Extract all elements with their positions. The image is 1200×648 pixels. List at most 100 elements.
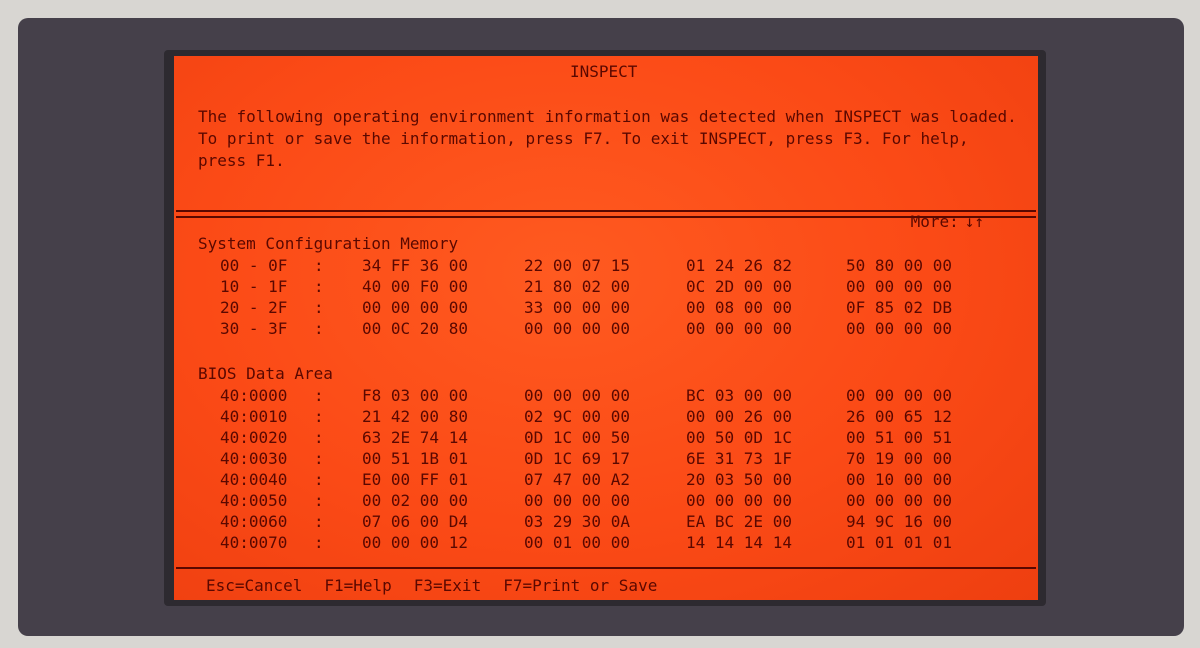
hex-group: 00 00 00 00 xyxy=(846,386,952,405)
hex-group: 00 51 00 51 xyxy=(846,428,952,447)
fkey-f3[interactable]: F3=Exit xyxy=(414,576,481,596)
hex-group: 00 51 1B 01 xyxy=(362,449,468,468)
row-address: 30 - 3F xyxy=(220,319,288,338)
row-separator: : xyxy=(314,533,324,552)
hex-group: 14 14 14 14 xyxy=(686,533,792,552)
hex-group: 63 2E 74 14 xyxy=(362,428,468,447)
row-separator: : xyxy=(314,319,324,338)
hex-group: 00 00 00 00 xyxy=(362,298,468,317)
table-row: 40:0010: 21 42 00 80 02 9C 00 00 00 00 26 0… xyxy=(174,407,1038,428)
hex-group: 22 00 07 15 xyxy=(524,256,630,275)
hex-group: 0F 85 02 DB xyxy=(846,298,952,317)
intro-text: The following operating environment info… xyxy=(198,107,1017,170)
table-row: 00 - 0F: 34 FF 36 00 22 00 07 15 01 24 26 8… xyxy=(174,256,1038,277)
hex-group: 50 80 00 00 xyxy=(846,256,952,275)
dos-screen: INSPECT The following operating environm… xyxy=(174,56,1038,600)
hex-group: 00 08 00 00 xyxy=(686,298,792,317)
table-row: 40:0060: 07 06 00 D4 03 29 30 0A EA BC 2E 0… xyxy=(174,512,1038,533)
divider-top-second xyxy=(176,216,1036,218)
hex-group: 40 00 F0 00 xyxy=(362,277,468,296)
window-title: INSPECT xyxy=(570,62,638,81)
row-separator: : xyxy=(314,512,324,531)
table-row: 40:0000: F8 03 00 00 00 00 00 00 BC 03 00 0… xyxy=(174,386,1038,407)
row-separator: : xyxy=(314,449,324,468)
section-title-system-config: System Configuration Memory xyxy=(198,234,459,253)
row-address: 40:0020 xyxy=(220,428,288,447)
fkey-f1[interactable]: F1=Help xyxy=(324,576,391,596)
hex-group: 70 19 00 00 xyxy=(846,449,952,468)
scroll-arrows-icon: ↓↑ xyxy=(964,212,984,231)
row-address: 40:0070 xyxy=(220,533,288,552)
hex-group: 00 01 00 00 xyxy=(524,533,630,552)
row-separator: : xyxy=(314,470,324,489)
hex-group: 03 29 30 0A xyxy=(524,512,630,531)
hex-group: 00 00 00 00 xyxy=(846,319,952,338)
hex-group: 21 42 00 80 xyxy=(362,407,468,426)
hex-group: EA BC 2E 00 xyxy=(686,512,792,531)
row-address: 40:0050 xyxy=(220,491,288,510)
hex-group: 00 00 00 00 xyxy=(846,491,952,510)
hex-group: 00 00 00 00 xyxy=(524,319,630,338)
hex-group: 07 06 00 D4 xyxy=(362,512,468,531)
row-address: 00 - 0F xyxy=(220,256,288,275)
hex-group: 00 00 00 00 xyxy=(524,386,630,405)
hex-group: 0D 1C 00 50 xyxy=(524,428,630,447)
row-separator: : xyxy=(314,386,324,405)
hex-group: 00 0C 20 80 xyxy=(362,319,468,338)
table-row: 40:0040: E0 00 FF 01 07 47 00 A2 20 03 50 0… xyxy=(174,470,1038,491)
hex-group: 34 FF 36 00 xyxy=(362,256,468,275)
hex-group: 20 03 50 00 xyxy=(686,470,792,489)
table-row: 40:0030: 00 51 1B 01 0D 1C 69 17 6E 31 73 1… xyxy=(174,449,1038,470)
more-label: More: xyxy=(910,212,959,231)
hex-group: 94 9C 16 00 xyxy=(846,512,952,531)
hex-group: 00 00 00 12 xyxy=(362,533,468,552)
section-title-bios-data: BIOS Data Area xyxy=(198,364,333,383)
table-row: 40:0020: 63 2E 74 14 0D 1C 00 50 00 50 0D 1… xyxy=(174,428,1038,449)
row-address: 10 - 1F xyxy=(220,277,288,296)
hex-group: 6E 31 73 1F xyxy=(686,449,792,468)
hex-group: 00 00 00 00 xyxy=(524,491,630,510)
row-address: 40:0060 xyxy=(220,512,288,531)
hex-group: F8 03 00 00 xyxy=(362,386,468,405)
table-row: 10 - 1F: 40 00 F0 00 21 80 02 00 0C 2D 00 0… xyxy=(174,277,1038,298)
hex-group: 01 24 26 82 xyxy=(686,256,792,275)
fkey-esc[interactable]: Esc=Cancel xyxy=(206,576,302,596)
row-separator: : xyxy=(314,298,324,317)
hex-group: 00 00 00 00 xyxy=(686,319,792,338)
hex-group: 07 47 00 A2 xyxy=(524,470,630,489)
row-address: 40:0010 xyxy=(220,407,288,426)
hex-group: 0D 1C 69 17 xyxy=(524,449,630,468)
row-separator: : xyxy=(314,277,324,296)
divider-top xyxy=(176,210,1036,212)
hex-group: 02 9C 00 00 xyxy=(524,407,630,426)
row-address: 40:0040 xyxy=(220,470,288,489)
row-address: 40:0000 xyxy=(220,386,288,405)
hex-group: 33 00 00 00 xyxy=(524,298,630,317)
row-address: 20 - 2F xyxy=(220,298,288,317)
hex-group: 00 10 00 00 xyxy=(846,470,952,489)
hex-group: E0 00 FF 01 xyxy=(362,470,468,489)
row-separator: : xyxy=(314,491,324,510)
function-key-bar: Esc=Cancel F1=Help F3=Exit F7=Print or Save xyxy=(206,576,657,596)
more-indicator[interactable]: More: ↓↑ xyxy=(872,192,984,252)
hex-group: 00 00 26 00 xyxy=(686,407,792,426)
hex-group: BC 03 00 00 xyxy=(686,386,792,405)
row-separator: : xyxy=(314,256,324,275)
fkey-f7[interactable]: F7=Print or Save xyxy=(503,576,657,596)
hex-group: 00 00 00 00 xyxy=(846,277,952,296)
hex-group: 00 50 0D 1C xyxy=(686,428,792,447)
table-row: 40:0070: 00 00 00 12 00 01 00 00 14 14 14 1… xyxy=(174,533,1038,554)
hex-group: 26 00 65 12 xyxy=(846,407,952,426)
table-row: 40:0050: 00 02 00 00 00 00 00 00 00 00 00 0… xyxy=(174,491,1038,512)
row-address: 40:0030 xyxy=(220,449,288,468)
row-separator: : xyxy=(314,407,324,426)
hex-group: 21 80 02 00 xyxy=(524,277,630,296)
table-row: 20 - 2F: 00 00 00 00 33 00 00 00 00 08 00 0… xyxy=(174,298,1038,319)
row-separator: : xyxy=(314,428,324,447)
hex-group: 00 02 00 00 xyxy=(362,491,468,510)
hex-group: 00 00 00 00 xyxy=(686,491,792,510)
table-row: 30 - 3F: 00 0C 20 80 00 00 00 00 00 00 00 0… xyxy=(174,319,1038,340)
hex-group: 01 01 01 01 xyxy=(846,533,952,552)
divider-bottom xyxy=(176,567,1036,569)
hex-group: 0C 2D 00 00 xyxy=(686,277,792,296)
